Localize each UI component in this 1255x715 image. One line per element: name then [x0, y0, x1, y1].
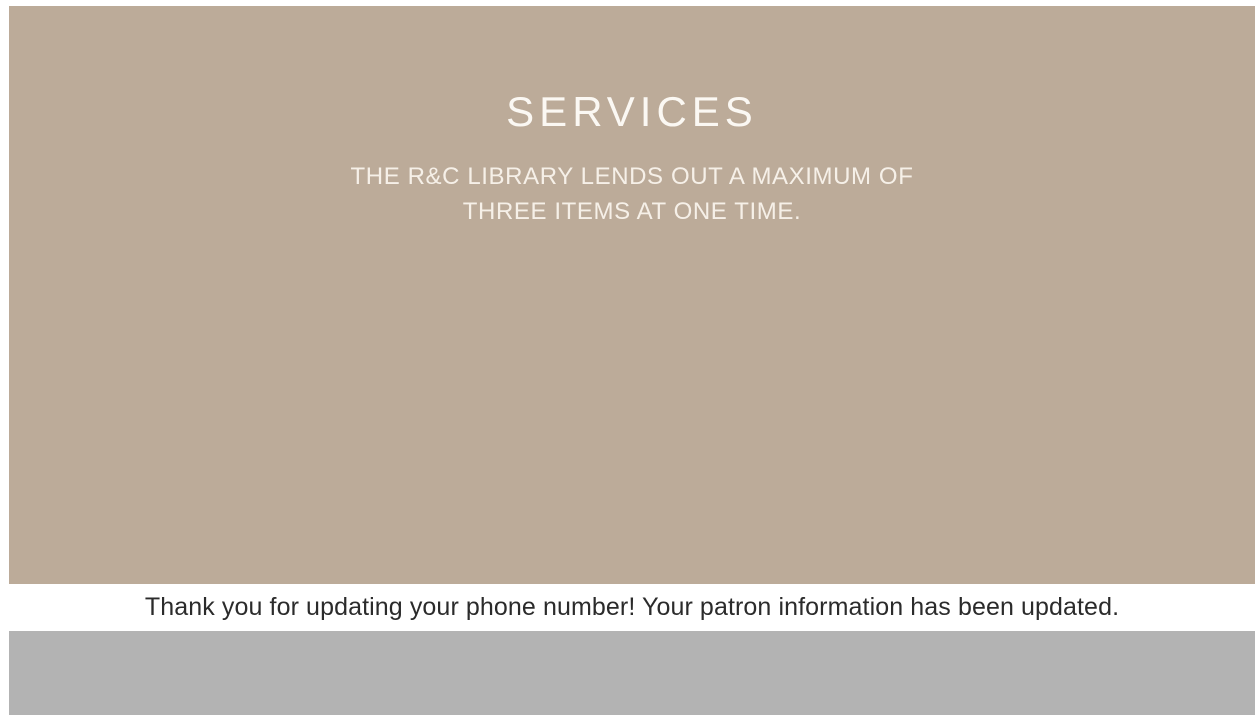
- services-description-line-1: THE R&C LIBRARY LENDS OUT A MAXIMUM OF: [350, 163, 914, 190]
- update-confirmation-message: Thank you for updating your phone number…: [9, 584, 1255, 631]
- services-title: SERVICES: [506, 88, 758, 135]
- footer-band: [9, 631, 1255, 715]
- services-description: THE R&C LIBRARY LENDS OUT A MAXIMUM OF T…: [9, 160, 1255, 230]
- services-hero: SERVICES THE R&C LIBRARY LENDS OUT A MAX…: [9, 6, 1255, 584]
- services-description-line-2: THREE ITEMS AT ONE TIME.: [462, 197, 802, 225]
- services-page: SERVICES THE R&C LIBRARY LENDS OUT A MAX…: [0, 0, 1255, 715]
